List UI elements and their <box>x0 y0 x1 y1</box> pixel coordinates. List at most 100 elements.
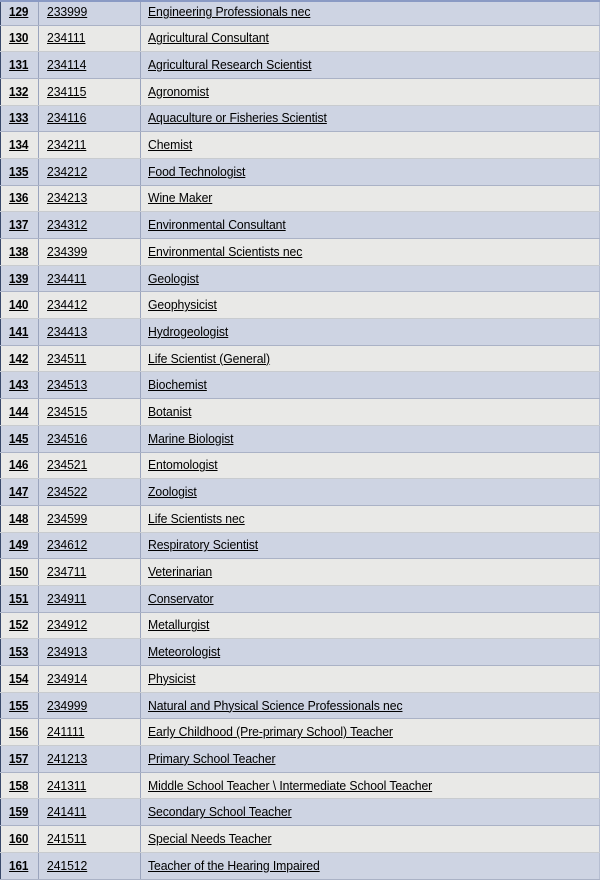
row-index-text: 142 <box>9 351 29 366</box>
occupation-title-text: Chemist <box>148 137 193 153</box>
cell-occupation-code: 234913 <box>38 638 142 666</box>
occupation-code-text: 234913 <box>47 644 88 660</box>
cell-occupation-title: Life Scientist (General) <box>140 345 600 373</box>
cell-occupation-title: Chemist <box>140 131 600 159</box>
occupation-code-text: 234522 <box>47 484 88 500</box>
cell-occupation-title: Biochemist <box>140 371 600 400</box>
cell-occupation-code: 234511 <box>38 345 142 373</box>
row-index-text: 131 <box>9 58 29 73</box>
row-index-text: 145 <box>9 431 29 446</box>
table-row[interactable]: 161 241512 Teacher of the Hearing Impaired <box>0 852 600 880</box>
table-row[interactable]: 145 234516 Marine Biologist <box>0 425 600 453</box>
cell-row-index: 143 <box>0 371 40 400</box>
cell-occupation-code: 234116 <box>38 105 142 133</box>
occupation-code-text: 234399 <box>47 243 88 259</box>
cell-occupation-title: Life Scientists nec <box>140 505 600 533</box>
cell-occupation-code: 234399 <box>38 238 142 266</box>
occupation-title-text: Agricultural Research Scientist <box>148 57 312 73</box>
occupation-title-text: Veterinarian <box>148 564 213 580</box>
cell-occupation-title: Middle School Teacher \ Intermediate Sch… <box>140 772 600 800</box>
table-row[interactable]: 131 234114 Agricultural Research Scientist <box>0 51 600 79</box>
occupation-code-text: 234912 <box>47 617 88 633</box>
occupation-title-text: Teacher of the Hearing Impaired <box>148 857 320 873</box>
occupation-code-text: 234516 <box>47 430 88 446</box>
table-row[interactable]: 153 234913 Meteorologist <box>0 638 600 666</box>
cell-occupation-title: Geophysicist <box>140 291 600 320</box>
table-row[interactable]: 137 234312 Environmental Consultant <box>0 211 600 239</box>
occupation-title-text: Engineering Professionals nec <box>148 4 311 20</box>
cell-occupation-title: Secondary School Teacher <box>140 798 600 827</box>
table-row[interactable]: 143 234513 Biochemist <box>0 371 600 400</box>
table-row[interactable]: 152 234912 Metallurgist <box>0 612 600 640</box>
cell-occupation-title: Agronomist <box>140 78 600 106</box>
occupation-title-text: Natural and Physical Science Professiona… <box>148 697 403 713</box>
table-row[interactable]: 157 241213 Primary School Teacher <box>0 745 600 773</box>
cell-occupation-code: 234115 <box>38 78 142 106</box>
row-index-text: 146 <box>9 458 29 473</box>
table-row[interactable]: 146 234521 Entomologist <box>0 452 600 480</box>
table-row[interactable]: 135 234212 Food Technologist <box>0 158 600 186</box>
occupation-title-text: Physicist <box>148 670 196 686</box>
cell-occupation-title: Physicist <box>140 665 600 693</box>
table-row[interactable]: 141 234413 Hydrogeologist <box>0 318 600 346</box>
occupation-title-text: Primary School Teacher <box>148 750 276 766</box>
table-row[interactable]: 129 233999 Engineering Professionals nec <box>0 0 600 26</box>
table-row[interactable]: 130 234111 Agricultural Consultant <box>0 25 600 53</box>
row-index-text: 129 <box>9 5 29 20</box>
occupation-title-text: Biochemist <box>148 377 208 393</box>
cell-row-index: 153 <box>0 638 40 666</box>
cell-occupation-code: 234111 <box>38 25 142 53</box>
cell-row-index: 159 <box>0 798 40 827</box>
row-index-text: 149 <box>9 538 29 553</box>
occupation-code-text: 241311 <box>47 777 87 793</box>
cell-row-index: 139 <box>0 265 40 293</box>
occupation-table-container: 129 233999 Engineering Professionals nec 13… <box>0 0 604 880</box>
cell-row-index: 154 <box>0 665 40 693</box>
cell-occupation-code: 241512 <box>38 852 142 880</box>
cell-occupation-title: Environmental Scientists nec <box>140 238 600 266</box>
cell-occupation-title: Early Childhood (Pre-primary School) Tea… <box>140 718 600 747</box>
cell-occupation-title: Metallurgist <box>140 612 600 640</box>
table-row[interactable]: 155 234999 Natural and Physical Science Pr… <box>0 692 600 720</box>
table-row[interactable]: 142 234511 Life Scientist (General) <box>0 345 600 373</box>
cell-occupation-title: Food Technologist <box>140 158 600 186</box>
row-index-text: 147 <box>9 485 29 500</box>
cell-occupation-title: Hydrogeologist <box>140 318 600 346</box>
table-row[interactable]: 158 241311 Middle School Teacher \ Interme… <box>0 772 600 800</box>
row-index-text: 152 <box>9 618 29 633</box>
table-row[interactable]: 156 241111 Early Childhood (Pre-primary Sc… <box>0 718 600 747</box>
table-row[interactable]: 148 234599 Life Scientists nec <box>0 505 600 533</box>
table-row[interactable]: 160 241511 Special Needs Teacher <box>0 825 600 853</box>
occupation-title-text: Geologist <box>148 270 200 286</box>
cell-occupation-title: Teacher of the Hearing Impaired <box>140 852 600 880</box>
occupation-title-text: Life Scientists nec <box>148 510 245 526</box>
table-row[interactable]: 134 234211 Chemist <box>0 131 600 159</box>
table-row[interactable]: 147 234522 Zoologist <box>0 478 600 506</box>
table-row[interactable]: 149 234612 Respiratory Scientist <box>0 532 600 560</box>
occupation-code-text: 234114 <box>47 57 87 73</box>
table-row[interactable]: 144 234515 Botanist <box>0 398 600 426</box>
row-index-text: 135 <box>9 164 29 179</box>
cell-occupation-title: Botanist <box>140 398 600 426</box>
cell-row-index: 147 <box>0 478 40 506</box>
occupation-title-text: Hydrogeologist <box>148 323 229 339</box>
table-row[interactable]: 159 241411 Secondary School Teacher <box>0 798 600 827</box>
cell-row-index: 130 <box>0 25 40 53</box>
occupation-code-text: 234413 <box>47 323 88 339</box>
cell-occupation-code: 234411 <box>38 265 142 293</box>
table-row[interactable]: 140 234412 Geophysicist <box>0 291 600 320</box>
occupation-code-text: 234115 <box>47 83 87 99</box>
table-row[interactable]: 133 234116 Aquaculture or Fisheries Scient… <box>0 105 600 133</box>
table-row[interactable]: 132 234115 Agronomist <box>0 78 600 106</box>
table-row[interactable]: 151 234911 Conservator <box>0 585 600 613</box>
occupation-code-text: 234213 <box>47 190 88 206</box>
table-row[interactable]: 150 234711 Veterinarian <box>0 558 600 586</box>
occupation-title-text: Entomologist <box>148 457 218 473</box>
table-row[interactable]: 154 234914 Physicist <box>0 665 600 693</box>
table-row[interactable]: 138 234399 Environmental Scientists nec <box>0 238 600 266</box>
cell-row-index: 132 <box>0 78 40 106</box>
table-row[interactable]: 136 234213 Wine Maker <box>0 185 600 213</box>
cell-row-index: 148 <box>0 505 40 533</box>
table-row[interactable]: 139 234411 Geologist <box>0 265 600 293</box>
row-index-text: 144 <box>9 404 29 419</box>
